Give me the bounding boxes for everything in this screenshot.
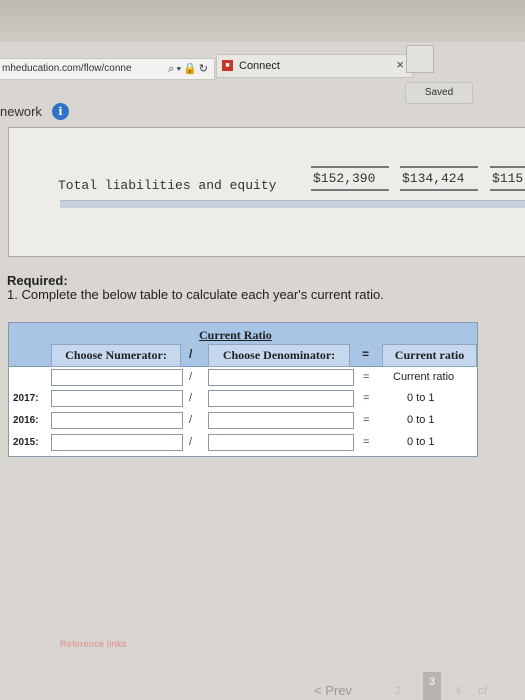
divide-symbol: / xyxy=(189,392,193,404)
page-number[interactable]: 4 xyxy=(455,685,461,697)
required-heading: Required: xyxy=(7,273,68,288)
statement-double-underline xyxy=(311,189,389,191)
current-ratio-2016: 0 to 1 xyxy=(407,414,435,426)
year-label-2016: 2016: xyxy=(13,415,39,426)
reference-links[interactable]: Reference links xyxy=(60,639,127,649)
statement-underline xyxy=(400,166,478,168)
connect-favicon-icon: ■ xyxy=(222,60,233,71)
address-bar[interactable]: mheducation.com/flow/connе ⌕▾🔒↻ xyxy=(0,58,215,80)
equals-header-symbol: = xyxy=(362,347,370,361)
total-liabilities-equity-label: Total liabilities and equity xyxy=(58,178,277,193)
table-header: Current Ratio Choose Numerator: / Choose… xyxy=(9,323,477,367)
current-ratio-2017: 0 to 1 xyxy=(407,392,435,404)
prev-button[interactable]: < Prev xyxy=(314,683,352,698)
browser-tab-connect[interactable]: ■ Connect × xyxy=(216,54,413,78)
year-label-2017: 2017: xyxy=(13,393,39,404)
numerator-input-2016[interactable] xyxy=(51,412,183,429)
page-number[interactable]: 2 xyxy=(395,685,401,697)
horizontal-scrollbar[interactable] xyxy=(60,200,525,208)
address-bar-icons[interactable]: ⌕▾🔒↻ xyxy=(168,59,210,79)
new-tab-button[interactable] xyxy=(406,45,434,73)
divide-symbol: / xyxy=(189,436,193,448)
numerator-input-2017[interactable] xyxy=(51,390,183,407)
statement-value-2015: $115 xyxy=(492,171,524,186)
denominator-input-2015[interactable] xyxy=(208,434,354,451)
numerator-header: Choose Numerator: xyxy=(51,344,181,367)
url-text[interactable]: mheducation.com/flow/connе xyxy=(2,59,148,79)
divide-symbol: / xyxy=(189,414,193,426)
current-page-indicator[interactable]: 3 xyxy=(423,672,441,700)
page-of-label: of xyxy=(478,685,488,697)
refresh-icon[interactable]: ↻ xyxy=(199,63,210,75)
denominator-input-2017[interactable] xyxy=(208,390,354,407)
assignment-title: nework xyxy=(0,104,42,119)
statement-underline xyxy=(311,166,389,168)
required-instruction: 1. Complete the below table to calculate… xyxy=(7,287,384,302)
denominator-input-2016[interactable] xyxy=(208,412,354,429)
divide-header-symbol: / xyxy=(189,347,193,361)
statement-double-underline xyxy=(400,189,478,191)
statement-double-underline xyxy=(490,189,525,191)
info-icon[interactable]: i xyxy=(52,103,69,120)
denominator-header: Choose Denominator: xyxy=(208,344,350,367)
equals-symbol: = xyxy=(363,371,370,383)
denominator-select[interactable] xyxy=(208,369,354,386)
table-title: Current Ratio xyxy=(199,328,272,342)
current-page-number: 3 xyxy=(428,676,436,688)
divide-symbol: / xyxy=(189,371,193,383)
equals-symbol: = xyxy=(363,414,370,426)
close-tab-icon[interactable]: × xyxy=(396,54,404,76)
statement-value-2016: $134,424 xyxy=(402,171,465,186)
saved-status-badge: Saved xyxy=(405,82,473,104)
tab-label: Connect xyxy=(239,60,280,72)
numerator-select[interactable] xyxy=(51,369,183,386)
statement-underline xyxy=(490,166,525,168)
numerator-input-2015[interactable] xyxy=(51,434,183,451)
browser-chrome xyxy=(0,0,525,42)
lock-icon: 🔒 xyxy=(183,63,199,75)
result-label: Current ratio xyxy=(393,371,455,383)
statement-value-2017: $152,390 xyxy=(313,171,376,186)
current-ratio-table: Current Ratio Choose Numerator: / Choose… xyxy=(8,322,478,457)
equals-symbol: = xyxy=(363,436,370,448)
equals-symbol: = xyxy=(363,392,370,404)
current-ratio-2015: 0 to 1 xyxy=(407,436,435,448)
year-label-2015: 2015: xyxy=(13,437,39,448)
current-ratio-header: Current ratio xyxy=(382,344,477,367)
